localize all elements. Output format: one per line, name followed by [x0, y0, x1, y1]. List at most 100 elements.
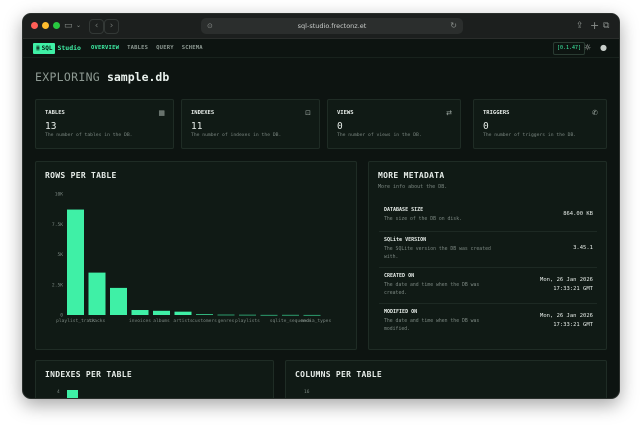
metadata-desc: The SQLite version the DB was created wi…: [384, 247, 491, 260]
chevron-down-icon[interactable]: ⌄: [76, 14, 81, 38]
x-tick-label: customers: [192, 318, 217, 324]
metadata-value: Mon, 26 Jan 2026 17:33:21 GMT: [540, 313, 593, 328]
nav-tables[interactable]: TABLES: [127, 45, 148, 51]
database-icon: ≣: [36, 44, 40, 52]
metadata-title: DATABASE SIZE: [384, 207, 424, 213]
logo-suffix: Studio: [57, 44, 81, 52]
stat-label: VIEWS: [337, 110, 354, 116]
stat-card-triggers: TRIGGERS ✆ 0 The number of triggers in t…: [473, 99, 607, 149]
section-subtitle: More info about the DB.: [378, 184, 448, 190]
metadata-value: 3.45.1: [573, 245, 593, 251]
reload-icon[interactable]: ↻: [450, 18, 457, 34]
stat-value: 0: [337, 121, 343, 132]
metadata-desc: The date and time when the DB was modifi…: [384, 319, 480, 332]
stat-value: 11: [191, 121, 203, 132]
x-tick-label: invoices: [129, 318, 151, 324]
metadata-row-modified: MODIFIED ON The date and time when the D…: [379, 309, 597, 339]
back-button[interactable]: ‹: [89, 19, 104, 34]
metadata-row-created: CREATED ON The date and time when the DB…: [379, 273, 597, 304]
section-title: COLUMNS PER TABLE: [295, 370, 382, 379]
chart-bar: [303, 314, 321, 316]
section-title: MORE METADATA: [378, 171, 445, 180]
metadata-value: Mon, 26 Jan 2026 17:33:21 GMT: [540, 277, 593, 292]
browser-titlebar: ▭ ⌄ ‹ › ⊙ sql-studio.frectonz.et ↻ ⇪ + ⧉: [23, 14, 619, 39]
stat-card-tables: TABLES ▦ 13 The number of tables in the …: [35, 99, 174, 149]
indexes-per-table-card: INDEXES PER TABLE 4: [35, 360, 274, 398]
index-icon: ⊡: [305, 109, 311, 117]
y-tick-label: 7.5K: [52, 222, 63, 228]
nav-schema[interactable]: SCHEMA: [182, 45, 203, 51]
address-bar[interactable]: ⊙ sql-studio.frectonz.et ↻: [201, 18, 463, 34]
x-tick-label: tracks: [89, 318, 106, 324]
metadata-title: CREATED ON: [384, 273, 415, 279]
stat-label: TABLES: [45, 110, 65, 116]
nav-overview[interactable]: OVERVIEW: [91, 45, 119, 51]
metadata-value: 864.00 KB: [563, 211, 593, 217]
app-logo[interactable]: ≣ SQL Studio: [33, 42, 81, 54]
chart-bar: [260, 314, 278, 316]
table-icon: ▦: [158, 109, 165, 117]
forward-button[interactable]: ›: [104, 19, 119, 34]
chart-bar: [239, 314, 256, 316]
chart-bar: [217, 314, 235, 316]
stat-value: 0: [483, 121, 489, 132]
metadata-desc: The date and time when the DB was create…: [384, 283, 480, 296]
chart-bar: [196, 314, 213, 315]
share-icon[interactable]: ⇪: [576, 14, 584, 38]
metadata-title: MODIFIED ON: [384, 309, 418, 315]
site-info-icon[interactable]: ⊙: [207, 18, 213, 34]
db-name: sample.db: [106, 70, 170, 84]
chart-bar: [131, 310, 149, 315]
chart-bar: [67, 209, 84, 315]
stat-label: INDEXES: [191, 110, 215, 116]
stat-card-views: VIEWS ⇄ 0 The number of views in the DB.: [327, 99, 461, 149]
nav-query[interactable]: QUERY: [156, 45, 174, 51]
y-tick-label: 5K: [57, 252, 63, 258]
x-tick-label: genres: [218, 319, 235, 324]
rows-per-table-chart: 02.5K5K7.5K10Kplaylist_tracktracks invoic…: [52, 192, 332, 325]
close-window-button[interactable]: [31, 22, 38, 29]
section-title: INDEXES PER TABLE: [45, 370, 132, 379]
axis-tick-label: 16: [304, 390, 310, 395]
logo-text: SQL: [41, 44, 53, 52]
app-navbar: ≣ SQL Studio OVERVIEW TABLES QUERY SCHEMA…: [23, 39, 619, 58]
trigger-icon: ✆: [592, 109, 598, 117]
chart-bar: [282, 314, 299, 316]
stat-card-indexes: INDEXES ⊡ 11 The number of indexes in th…: [181, 99, 320, 149]
metadata-desc: The size of the DB on disk.: [384, 217, 462, 222]
chart-bar: [153, 310, 170, 315]
chart-bar: [67, 390, 78, 398]
page-title: EXPLORING sample.db: [35, 70, 169, 84]
stat-desc: The number of views in the DB.: [337, 133, 422, 138]
stat-label: TRIGGERS: [483, 110, 510, 116]
x-tick-label: artists: [173, 318, 193, 324]
zoom-window-button[interactable]: [53, 22, 60, 29]
url-text: sql-studio.frectonz.et: [297, 22, 367, 30]
browser-window: ▭ ⌄ ‹ › ⊙ sql-studio.frectonz.et ↻ ⇪ + ⧉…: [22, 13, 620, 399]
stat-desc: The number of tables in the DB.: [45, 133, 133, 138]
x-tick-label: media_types: [301, 318, 332, 324]
stat-desc: The number of indexes in the DB.: [191, 133, 282, 138]
new-tab-icon[interactable]: +: [590, 14, 599, 38]
sidebar-toggle-icon[interactable]: ▭: [64, 14, 73, 38]
minimize-window-button[interactable]: [42, 22, 49, 29]
rows-per-table-card: ROWS PER TABLE 0 2.5K 5K 7.5K 10K playlist_tr…: [35, 161, 357, 350]
stat-desc: The number of triggers in the DB.: [483, 133, 577, 138]
stat-value: 13: [45, 121, 57, 132]
title-prefix: EXPLORING: [35, 70, 101, 84]
columns-per-table-card: COLUMNS PER TABLE 16: [285, 360, 607, 398]
axis-tick-label: 4: [57, 390, 60, 395]
views-icon: ⇄: [446, 109, 452, 117]
logo-badge: ≣ SQL: [33, 42, 56, 54]
tab-overview-icon[interactable]: ⧉: [603, 14, 609, 38]
chart-bar: [174, 311, 192, 315]
chart-bar: [110, 287, 127, 315]
metadata-row-size: DATABASE SIZE The size of the DB on disk…: [379, 207, 597, 232]
y-tick-label: 2.5K: [52, 282, 63, 288]
theme-toggle-icon[interactable]: ☼: [584, 42, 591, 54]
version-badge[interactable]: [0.1.47]: [553, 42, 586, 55]
main-nav: OVERVIEW TABLES QUERY SCHEMA: [91, 39, 203, 57]
x-tick-label: playlists: [235, 318, 260, 324]
x-tick-label: albums: [153, 318, 170, 324]
github-icon[interactable]: ●: [600, 42, 607, 54]
